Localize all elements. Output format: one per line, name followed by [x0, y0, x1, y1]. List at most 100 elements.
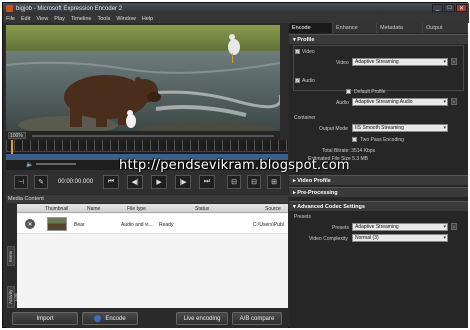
video-group-label: Video	[302, 49, 315, 55]
blog-url-watermark: http://pendsevikram.blogspot.com	[119, 158, 350, 173]
step-back-button[interactable]: ◀|	[127, 175, 144, 189]
previous-button[interactable]: ⏮	[103, 175, 120, 189]
live-encoding-button[interactable]: Live encoding	[176, 312, 228, 325]
menu-help[interactable]: Help	[142, 16, 153, 22]
audio-edit-icon[interactable]: ▪	[451, 98, 457, 105]
play-button[interactable]: ▶	[151, 175, 168, 189]
preview-zoom-bar: 100%	[6, 131, 280, 140]
section-pre-processing-label: Pre-Processing	[297, 190, 338, 196]
encode-button[interactable]: Encode	[82, 312, 138, 325]
video-checkbox[interactable]: ✓	[295, 49, 300, 54]
menu-file[interactable]: File	[6, 16, 15, 22]
tab-encode[interactable]: Encode	[289, 23, 333, 33]
audio-checkbox[interactable]: ✓	[295, 78, 300, 83]
split-icon[interactable]: ⊞	[267, 175, 282, 189]
playhead[interactable]	[11, 140, 13, 154]
col-file-type[interactable]: File type	[127, 206, 146, 212]
media-content-header: Media Content	[6, 195, 288, 203]
trim-icon[interactable]: ⊣	[14, 175, 28, 189]
output-mode-select[interactable]: IIS Smooth Streaming	[352, 124, 448, 132]
presets-label: Presets	[332, 225, 349, 231]
two-pass-checkbox[interactable]	[352, 137, 357, 142]
maximize-button[interactable]: □	[444, 4, 455, 12]
container-label: Container	[294, 115, 316, 121]
col-name[interactable]: Name	[87, 206, 100, 212]
col-thumbnail[interactable]: Thumbnail	[45, 206, 68, 212]
tab-items[interactable]: Items	[7, 246, 15, 266]
row-source: C:\Users\Publ	[253, 222, 284, 228]
video-profile-select[interactable]: Adaptive Streaming	[352, 58, 448, 66]
timeline-ruler	[6, 140, 288, 152]
next-button[interactable]: ⏭	[199, 175, 216, 189]
audio-label: Audio	[336, 100, 349, 106]
mark-out-icon[interactable]: ⊟	[247, 175, 262, 189]
section-pre-processing[interactable]: ▸ Pre-Processing	[289, 187, 468, 197]
menu-play[interactable]: Play	[54, 16, 65, 22]
video-complexity-label: Video Complexity	[309, 236, 348, 242]
transport-controls: ⊣ ✎ 00:00:00.000 ⏮ ◀| ▶ |▶ ⏭ ⊟ ⊟ ⊞	[6, 170, 288, 194]
import-button[interactable]: Import	[12, 312, 78, 325]
menu-edit[interactable]: Edit	[21, 16, 30, 22]
total-bitrate: Total Bitrate: 3514 Kbps	[322, 148, 376, 154]
two-pass-label: Two Pass Encoding	[360, 137, 404, 143]
bear-video-frame	[6, 25, 280, 131]
media-side-tabs: Items Activity Log	[6, 204, 18, 308]
encode-icon	[94, 315, 102, 322]
close-button[interactable]: ✕	[456, 4, 467, 12]
scrub-track[interactable]	[32, 134, 274, 137]
audio-profile-select[interactable]: Adaptive Streaming Audio	[352, 98, 448, 106]
presets-edit-icon[interactable]: ▪	[451, 223, 457, 230]
section-video-profile[interactable]: ▸ Video Profile	[289, 175, 468, 185]
app-window: bigjob - Microsoft Expression Encoder 2 …	[2, 2, 469, 328]
grid-header: Thumbnail Name File type Status Source	[17, 204, 288, 213]
volume-slider[interactable]	[36, 163, 77, 165]
row-status: Ready	[159, 222, 174, 228]
default-profile-checkbox[interactable]	[346, 89, 351, 94]
zoom-select[interactable]: 100%	[8, 132, 26, 139]
presets-group-label: Presets	[294, 214, 311, 220]
menu-timeline[interactable]: Timeline	[71, 16, 92, 22]
section-advanced-codec-label: Advanced Codec Settings	[297, 204, 365, 210]
remove-item-icon[interactable]: ✕	[25, 219, 35, 229]
mark-in-icon[interactable]: ⊟	[227, 175, 242, 189]
encode-label: Encode	[105, 315, 126, 322]
tab-enhance[interactable]: Enhance	[333, 23, 377, 33]
output-mode-label: Output Mode	[319, 126, 348, 132]
ab-compare-button[interactable]: A/B compare	[232, 312, 282, 325]
col-status[interactable]: Status	[195, 206, 209, 212]
default-profile-label: Default Profile	[354, 89, 386, 95]
video-complexity-select[interactable]: Normal (3)	[352, 234, 448, 242]
video-group	[293, 45, 464, 91]
tab-activity-log[interactable]: Activity Log	[7, 286, 18, 308]
table-row[interactable]: ✕ Bear Audio and vi... Ready C:\Users\Pu…	[17, 214, 288, 234]
thumbnail	[47, 217, 67, 231]
section-profile[interactable]: ▾ Profile	[289, 34, 468, 44]
speaker-icon[interactable]: 🔈	[26, 161, 33, 168]
tab-output[interactable]: Output	[423, 23, 468, 33]
title-bar: bigjob - Microsoft Expression Encoder 2 …	[3, 3, 469, 14]
edit-icon[interactable]: ✎	[34, 175, 48, 189]
app-icon	[6, 5, 13, 12]
settings-panel: Encode Enhance Metadata Output ▾ Profile…	[289, 23, 468, 328]
video-preview[interactable]	[6, 25, 280, 131]
row-name: Bear	[74, 222, 85, 228]
timecode: 00:00:00.000	[58, 179, 94, 185]
window-title: bigjob - Microsoft Expression Encoder 2	[16, 5, 123, 12]
presets-select[interactable]: Adaptive Streaming	[352, 223, 448, 231]
window-controls: _ □ ✕	[432, 4, 467, 12]
row-file-type: Audio and vi...	[121, 222, 153, 228]
step-forward-button[interactable]: |▶	[175, 175, 192, 189]
minimize-button[interactable]: _	[432, 4, 443, 12]
menu-window[interactable]: Window	[116, 16, 136, 22]
col-source[interactable]: Source	[265, 206, 281, 212]
tab-metadata[interactable]: Metadata	[377, 23, 423, 33]
video-label: Video	[336, 60, 349, 66]
section-advanced-codec[interactable]: ▾ Advanced Codec Settings	[289, 201, 468, 211]
video-edit-icon[interactable]: ▪	[451, 58, 457, 65]
settings-tabs: Encode Enhance Metadata Output	[289, 23, 468, 33]
volume-control: 🔈	[26, 161, 86, 168]
audio-group-label: Audio	[302, 78, 315, 84]
menu-tools[interactable]: Tools	[97, 16, 110, 22]
section-video-profile-label: Video Profile	[297, 178, 331, 184]
menu-view[interactable]: View	[36, 16, 48, 22]
